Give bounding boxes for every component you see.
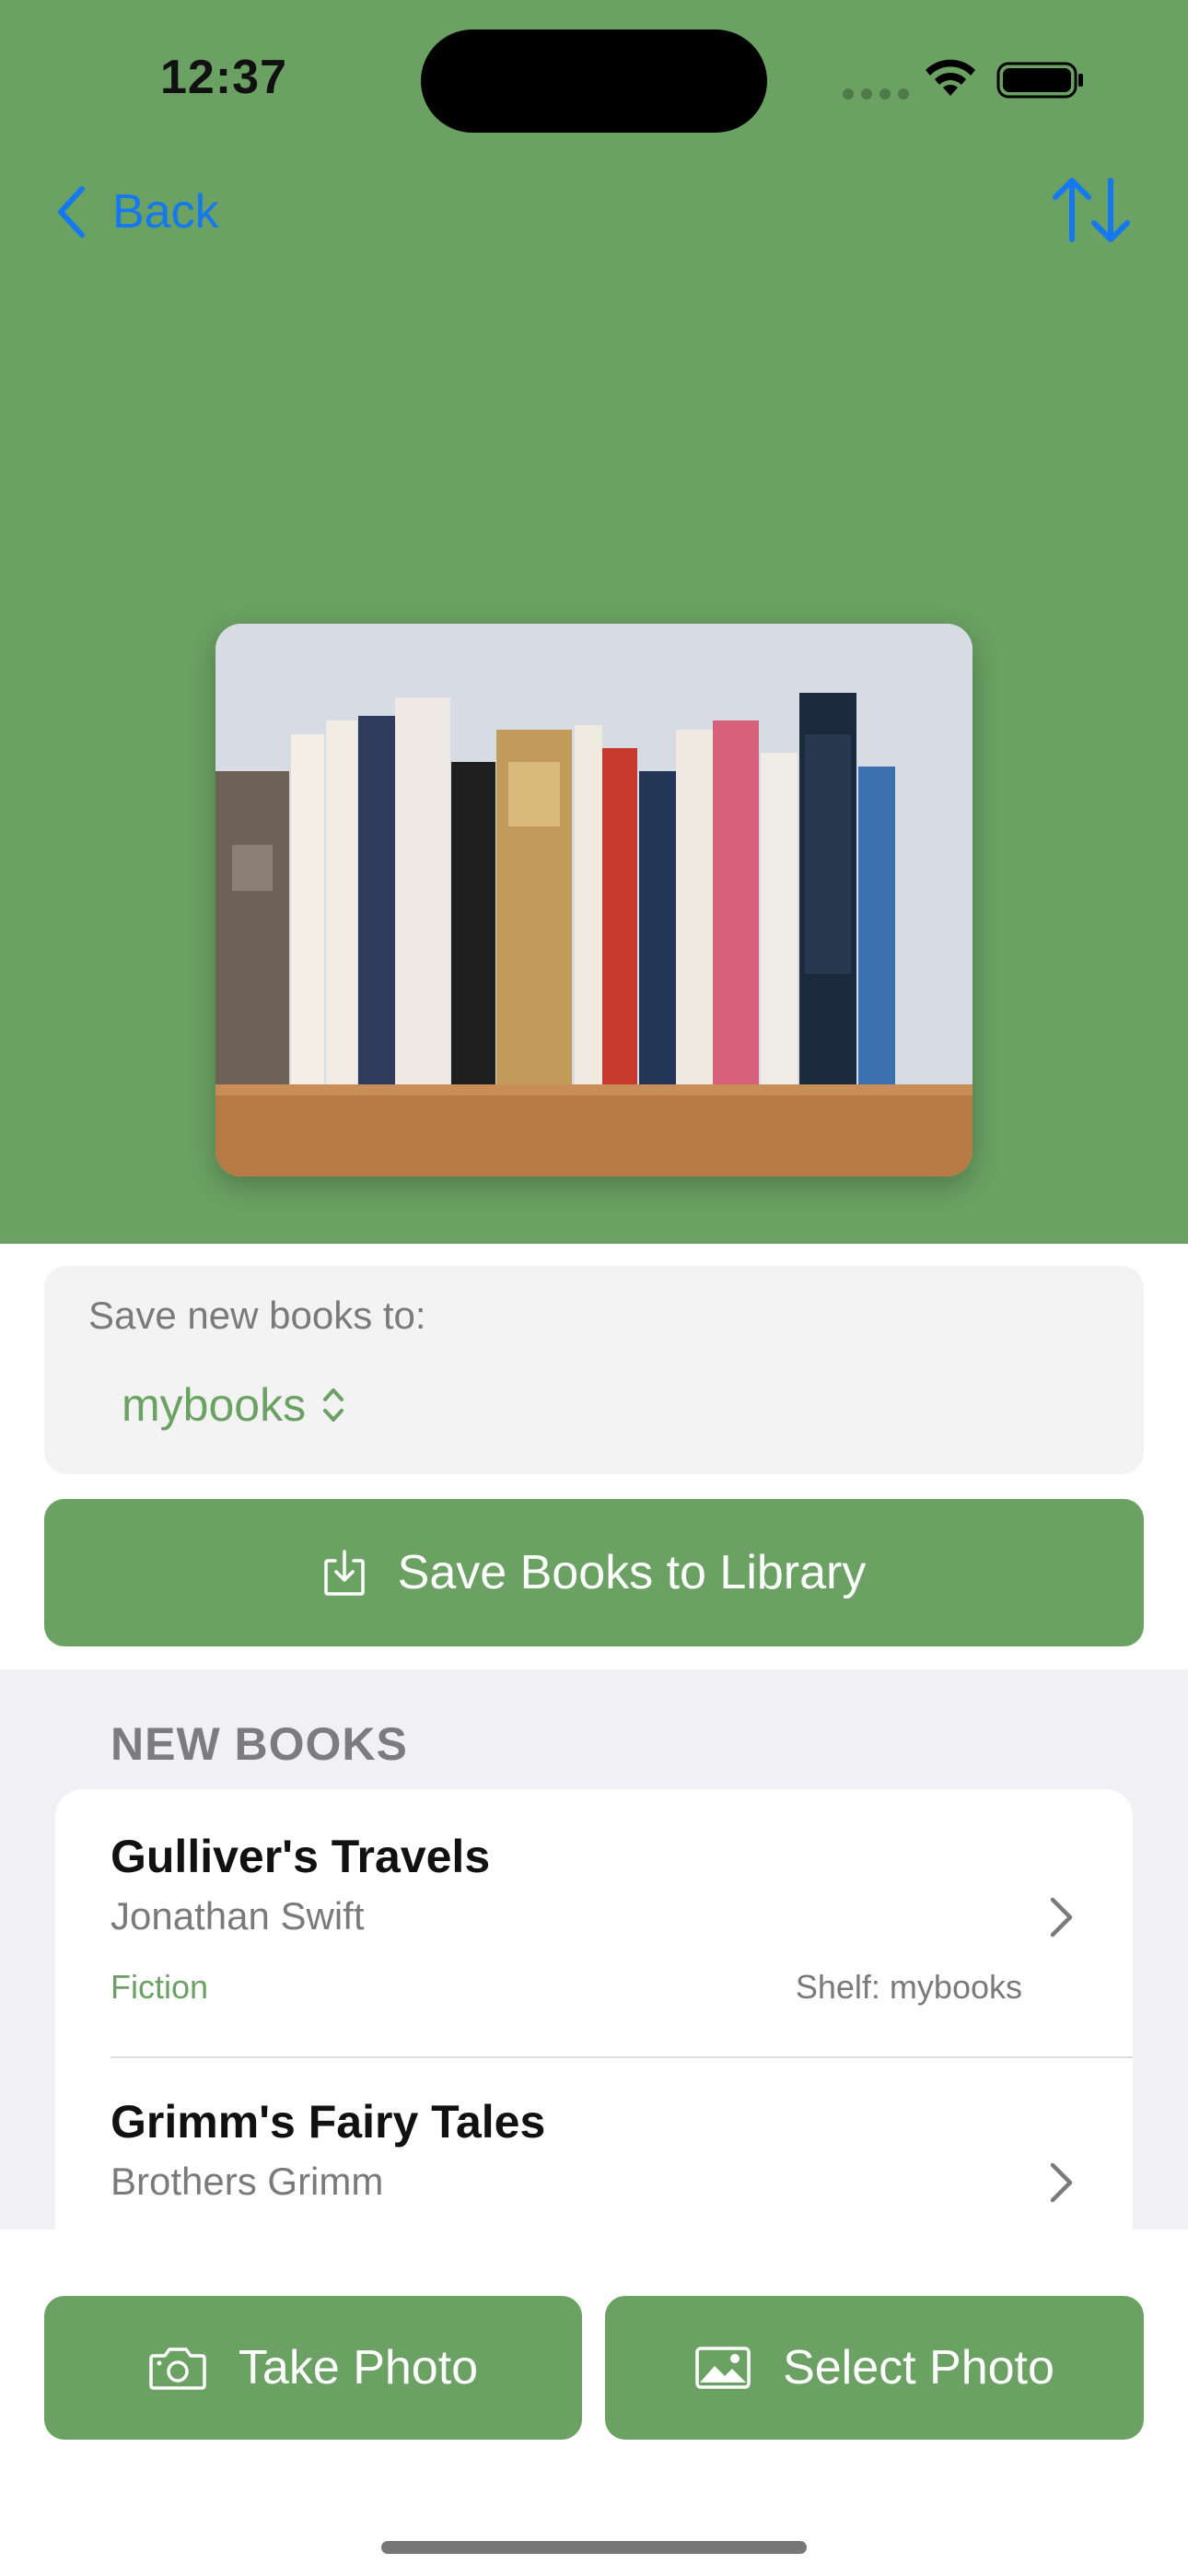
list-item[interactable]: Grimm's Fairy Tales Brothers Grimm <box>55 2058 1133 2230</box>
back-label: Back <box>112 185 219 239</box>
chevron-right-icon <box>1050 1897 1073 1938</box>
chevron-left-icon <box>58 186 85 238</box>
back-button[interactable]: Back <box>55 175 219 249</box>
status-bar: 12:37 <box>0 0 1188 157</box>
section-title: NEW BOOKS <box>111 1718 408 1770</box>
arrow-up-down-icon[interactable] <box>1050 173 1133 247</box>
take-photo-button[interactable]: Take Photo <box>44 2296 582 2440</box>
camera-icon <box>149 2348 206 2390</box>
book-author: Brothers Grimm <box>111 2160 384 2203</box>
chevron-right-icon <box>1050 2162 1073 2203</box>
list-item[interactable]: Gulliver's Travels Jonathan Swift Fictio… <box>55 1789 1133 2056</box>
photo-icon <box>695 2347 751 2389</box>
save-books-button[interactable]: Save Books to Library <box>44 1499 1144 1646</box>
books-list: Gulliver's Travels Jonathan Swift Fictio… <box>55 1789 1133 2230</box>
bottom-action-bar: Take Photo Select Photo <box>0 2230 1188 2576</box>
book-shelf: Shelf: mybooks <box>795 1968 1022 2006</box>
battery-icon <box>996 62 1083 99</box>
select-photo-label: Select Photo <box>783 2341 1054 2395</box>
select-photo-button[interactable]: Select Photo <box>605 2296 1144 2440</box>
download-tray-icon <box>323 1550 365 1596</box>
bookshelf-image <box>215 624 973 1177</box>
wifi-icon <box>926 59 975 96</box>
selected-shelf: mybooks <box>122 1379 307 1431</box>
book-title: Gulliver's Travels <box>111 1831 491 1882</box>
status-time: 12:37 <box>160 51 287 104</box>
app-screen: 12:37 Back Save new books to: mybooks Sa… <box>0 0 1188 2576</box>
destination-selector: Save new books to: mybooks <box>44 1266 1144 1474</box>
chevron-up-down-icon <box>323 1388 344 1422</box>
book-title: Grimm's Fairy Tales <box>111 2096 546 2148</box>
bookshelf-photo <box>215 624 973 1177</box>
book-genre: Fiction <box>111 1968 209 2006</box>
take-photo-label: Take Photo <box>238 2341 479 2395</box>
dynamic-island <box>421 29 767 133</box>
save-books-label: Save Books to Library <box>397 1546 867 1599</box>
cellular-signal-icon <box>843 88 909 100</box>
destination-label: Save new books to: <box>88 1294 426 1337</box>
book-author: Jonathan Swift <box>111 1894 365 1938</box>
hero-section: 12:37 Back <box>0 0 1188 1244</box>
home-indicator[interactable] <box>381 2541 807 2554</box>
shelf-picker[interactable]: mybooks <box>122 1378 346 1432</box>
new-books-section: NEW BOOKS Gulliver's Travels Jonathan Sw… <box>0 1669 1188 2230</box>
